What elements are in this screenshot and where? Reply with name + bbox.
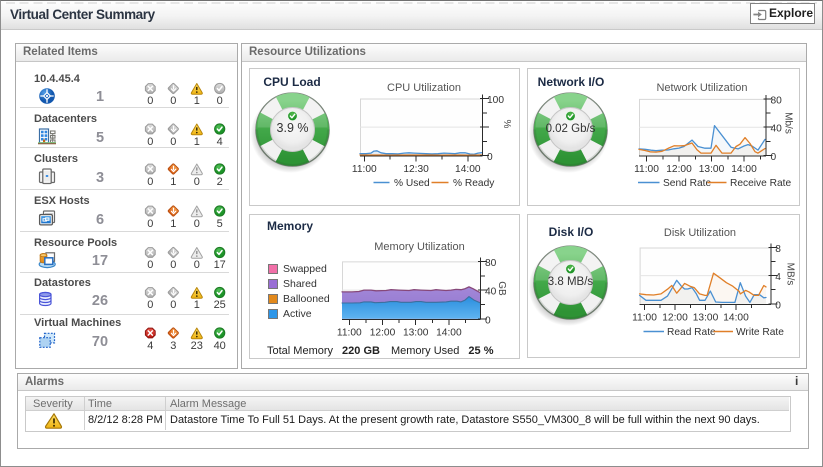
svg-text:13:00: 13:00: [699, 164, 725, 175]
svg-text:Read Rate: Read Rate: [667, 327, 716, 338]
svg-text:4: 4: [775, 272, 781, 283]
svg-text:Write Rate: Write Rate: [736, 327, 784, 338]
svg-text:Memory Utilization: Memory Utilization: [374, 241, 464, 253]
svg-text:14:00: 14:00: [436, 327, 462, 338]
svg-text:13:00: 13:00: [403, 327, 429, 338]
svg-text:40: 40: [485, 287, 497, 298]
svg-text:0.02 Gb/s: 0.02 Gb/s: [546, 123, 596, 135]
svg-text:14:00: 14:00: [731, 164, 757, 175]
svg-text:11:00: 11:00: [352, 164, 377, 175]
svg-text:11:00: 11:00: [634, 164, 659, 175]
svg-text:100: 100: [487, 95, 504, 106]
svg-text:14:00: 14:00: [455, 164, 481, 175]
svg-text:12:30: 12:30: [403, 164, 429, 175]
svg-text:0: 0: [487, 152, 493, 163]
svg-text:MB/s: MB/s: [785, 263, 796, 286]
svg-text:GB: GB: [496, 281, 507, 296]
svg-text:3.8 MB/s: 3.8 MB/s: [548, 276, 594, 288]
svg-text:12:00: 12:00: [370, 327, 396, 338]
svg-text:Network Utilization: Network Utilization: [656, 82, 747, 94]
svg-text:14:00: 14:00: [723, 312, 749, 323]
svg-text:% Used: % Used: [394, 178, 430, 189]
svg-text:12:00: 12:00: [666, 164, 692, 175]
svg-text:8: 8: [775, 244, 781, 255]
svg-text:12:00: 12:00: [662, 312, 688, 323]
svg-text:13:00: 13:00: [693, 312, 719, 323]
svg-text:Mb/s: Mb/s: [783, 112, 794, 134]
svg-text:% Ready: % Ready: [453, 178, 495, 189]
svg-text:80: 80: [771, 95, 783, 106]
svg-text:0: 0: [771, 152, 777, 163]
svg-text:11:00: 11:00: [632, 312, 657, 323]
svg-text:CPU Utilization: CPU Utilization: [387, 82, 461, 94]
svg-text:Receive Rate: Receive Rate: [730, 178, 791, 189]
svg-text:0: 0: [485, 315, 491, 326]
svg-text:0: 0: [775, 300, 781, 311]
svg-text:3.9 %: 3.9 %: [277, 121, 309, 135]
svg-text:11:00: 11:00: [337, 327, 362, 338]
svg-text:Send Rate: Send Rate: [663, 178, 711, 189]
svg-text:%: %: [501, 120, 512, 129]
svg-text:Disk Utilization: Disk Utilization: [664, 227, 736, 239]
svg-text:40: 40: [771, 124, 783, 135]
svg-text:80: 80: [485, 258, 497, 269]
